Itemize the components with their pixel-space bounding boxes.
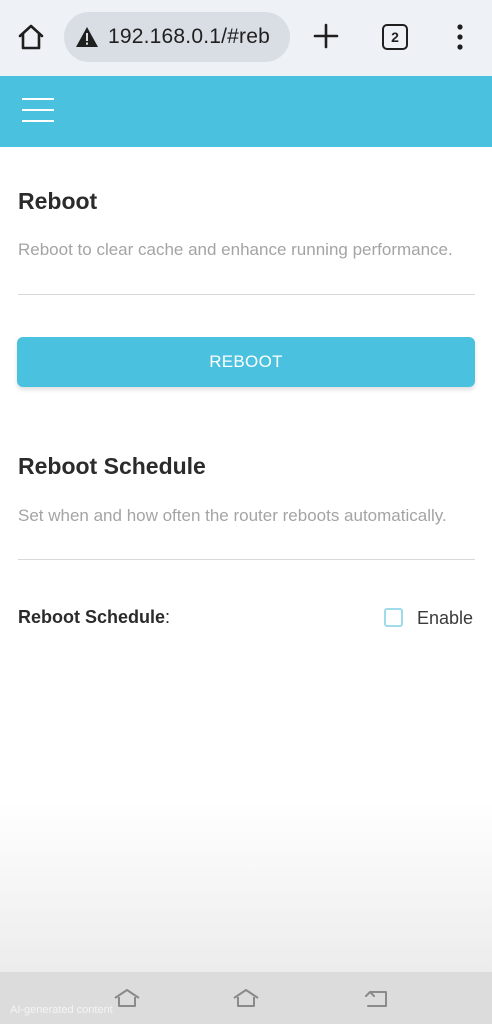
reboot-schedule-label: Reboot Schedule:	[18, 607, 170, 628]
more-vert-icon[interactable]	[452, 22, 468, 52]
url-text[interactable]: 192.168.0.1/#reb	[108, 25, 270, 49]
divider	[18, 559, 475, 560]
ai-generated-note: AI-generated content	[10, 1004, 113, 1016]
new-tab-plus-icon[interactable]	[312, 22, 340, 50]
reboot-schedule-label-text: Reboot Schedule	[18, 607, 166, 627]
home-icon[interactable]	[231, 986, 261, 1010]
address-bar[interactable]: 192.168.0.1/#reb	[64, 12, 290, 62]
system-nav-bar	[0, 972, 492, 1024]
hamburger-menu-icon[interactable]	[22, 98, 54, 126]
enable-checkbox-label[interactable]: Enable	[417, 608, 473, 629]
home-outline-icon[interactable]	[112, 986, 142, 1010]
schedule-section-title: Reboot Schedule	[18, 453, 206, 479]
tab-switcher-button[interactable]: 2	[382, 24, 408, 50]
enable-checkbox[interactable]	[384, 608, 403, 627]
bottom-fade	[0, 800, 492, 972]
schedule-section-description: Set when and how often the router reboot…	[18, 506, 447, 525]
reboot-button[interactable]: REBOOT	[17, 337, 475, 387]
reboot-section-description: Reboot to clear cache and enhance runnin…	[18, 240, 453, 259]
divider	[18, 294, 475, 295]
app-header	[0, 76, 492, 147]
browser-toolbar: 192.168.0.1/#reb 2	[0, 0, 492, 76]
back-icon[interactable]	[362, 986, 392, 1010]
reboot-section-title: Reboot	[18, 188, 98, 214]
warning-icon[interactable]	[75, 26, 99, 48]
label-colon: :	[165, 607, 171, 627]
home-icon[interactable]	[16, 22, 46, 52]
tab-count: 2	[391, 29, 399, 45]
